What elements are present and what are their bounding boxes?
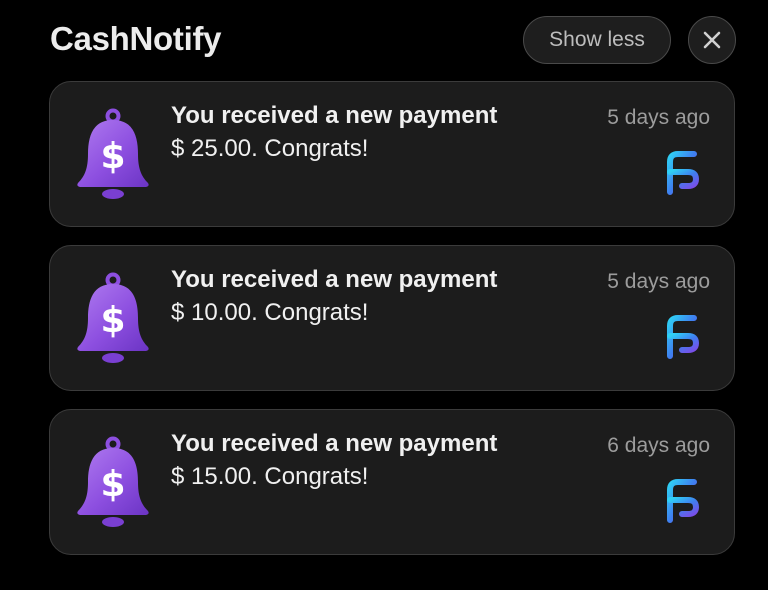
svg-text:$: $ [100,300,125,341]
notification-title: You received a new payment [171,266,498,293]
app-logo-icon [667,315,700,359]
notification-time: 5 days ago [607,270,710,293]
svg-text:$: $ [100,464,125,505]
app-title: CashNotify [50,20,222,57]
svg-text:$: $ [100,136,125,177]
notification-body: $ 10.00. Congrats! [171,299,369,326]
notification-card[interactable]: $ You received a new payment $ 10.00. Co… [49,245,735,391]
notification-card[interactable]: $ You received a new payment $ 15.00. Co… [49,409,735,555]
notification-body: $ 25.00. Congrats! [171,135,369,162]
notification-time: 6 days ago [607,434,710,457]
close-icon [703,31,721,49]
close-button[interactable] [688,16,736,64]
bell-dollar-icon: $ [77,272,149,363]
bell-dollar-icon: $ [77,108,149,199]
notification-body: $ 15.00. Congrats! [171,463,369,490]
app-logo-icon [667,151,700,195]
notification-card[interactable]: $ You received a new payment $ 25.00. Co… [49,81,735,227]
notification-time: 5 days ago [607,106,710,129]
app-logo-icon [667,479,700,523]
notification-title: You received a new payment [171,102,498,129]
notification-list: $ You received a new payment $ 25.00. Co… [49,81,735,573]
show-less-button[interactable]: Show less [523,16,671,64]
bell-dollar-icon: $ [77,436,149,527]
notification-title: You received a new payment [171,430,498,457]
header: CashNotify Show less [0,0,768,80]
